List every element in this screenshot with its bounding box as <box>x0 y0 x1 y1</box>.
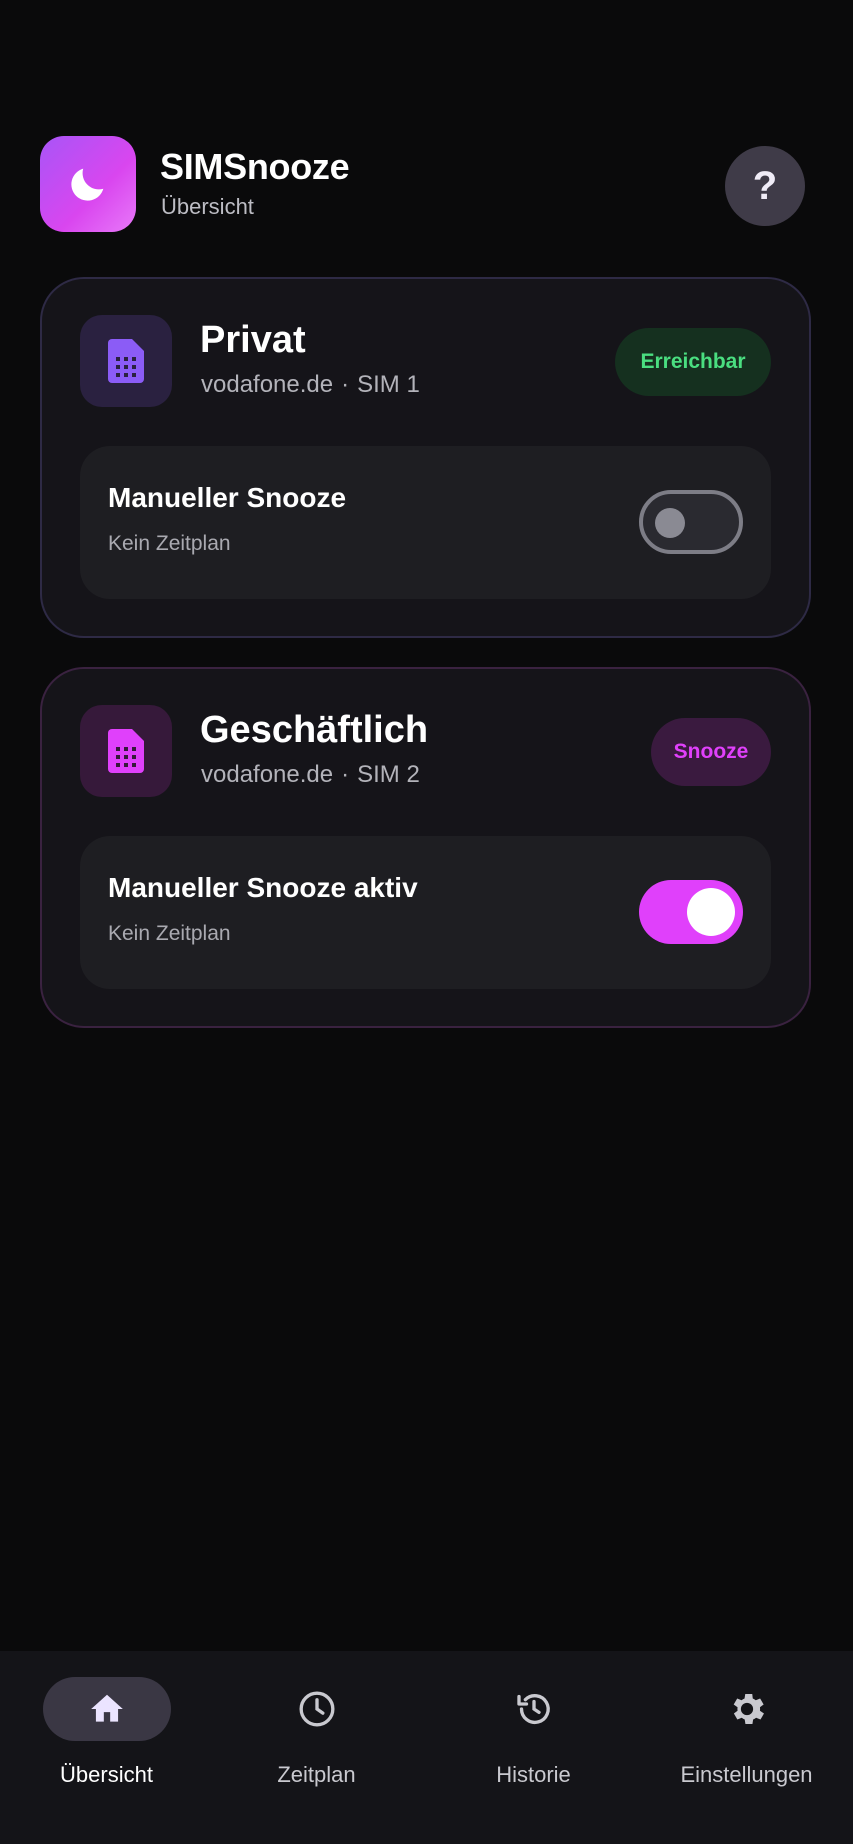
sim-slot: SIM 1 <box>357 371 420 398</box>
status-badge: Snooze <box>651 718 771 786</box>
schedule-info: Kein Zeitplan <box>108 922 231 945</box>
sim-card-icon <box>80 315 172 407</box>
toggle-knob <box>655 508 685 538</box>
meta-separator: · <box>341 371 350 398</box>
history-icon <box>516 1694 550 1725</box>
snooze-toggle[interactable] <box>639 880 743 944</box>
clock-icon <box>299 1691 334 1727</box>
app-logo <box>40 136 136 232</box>
help-button[interactable]: ? <box>725 146 805 226</box>
meta-separator: · <box>341 761 350 788</box>
snooze-title: Manueller Snooze aktiv <box>108 872 418 903</box>
bottom-nav: Übersicht Zeitplan Historie Einstellunge… <box>0 1651 853 1844</box>
snooze-row: Manueller Snooze aktiv Kein Zeitplan <box>80 836 771 989</box>
sim-name: Privat <box>200 319 306 361</box>
gear-icon <box>733 1693 764 1725</box>
snooze-toggle[interactable] <box>639 490 743 554</box>
moon-icon <box>71 168 104 201</box>
nav-active-indicator <box>42 1677 171 1741</box>
sim-name: Geschäftlich <box>200 709 429 751</box>
help-icon: ? <box>752 163 778 208</box>
snooze-row: Manueller Snooze Kein Zeitplan <box>80 446 771 599</box>
snooze-title: Manueller Snooze <box>108 482 347 513</box>
nav-label: Übersicht <box>60 1762 153 1787</box>
nav-item-zeitplan[interactable]: Zeitplan <box>210 1677 423 1817</box>
app-header: SIMSnooze Übersicht ? <box>40 136 805 236</box>
nav-label: Zeitplan <box>277 1762 356 1787</box>
sim-meta: vodafone.de · SIM 1 <box>201 371 420 399</box>
sim-card-geschaeftlich[interactable]: Geschäftlich vodafone.de · SIM 2 Snooze Ma… <box>40 667 811 1028</box>
toggle-knob <box>687 888 735 936</box>
sim-carrier: vodafone.de <box>201 761 334 788</box>
sim-card-icon <box>80 705 172 797</box>
sim-slot: SIM 2 <box>357 761 420 788</box>
schedule-info: Kein Zeitplan <box>108 532 231 555</box>
nav-item-historie[interactable]: Historie <box>427 1677 640 1817</box>
sim-card-privat[interactable]: Privat vodafone.de · SIM 1 Erreichbar Manu… <box>40 277 811 638</box>
nav-item-einstellungen[interactable]: Einstellungen <box>640 1677 853 1817</box>
sim-carrier: vodafone.de <box>201 371 334 398</box>
app-title: SIMSnooze <box>160 146 350 187</box>
sim-meta: vodafone.de · SIM 2 <box>201 761 420 789</box>
status-badge: Erreichbar <box>615 328 771 396</box>
nav-item-uebersicht[interactable]: Übersicht <box>0 1677 213 1817</box>
page-subtitle: Übersicht <box>161 194 254 219</box>
nav-label: Einstellungen <box>680 1762 813 1787</box>
home-icon <box>90 1694 123 1722</box>
nav-label: Historie <box>496 1762 571 1787</box>
